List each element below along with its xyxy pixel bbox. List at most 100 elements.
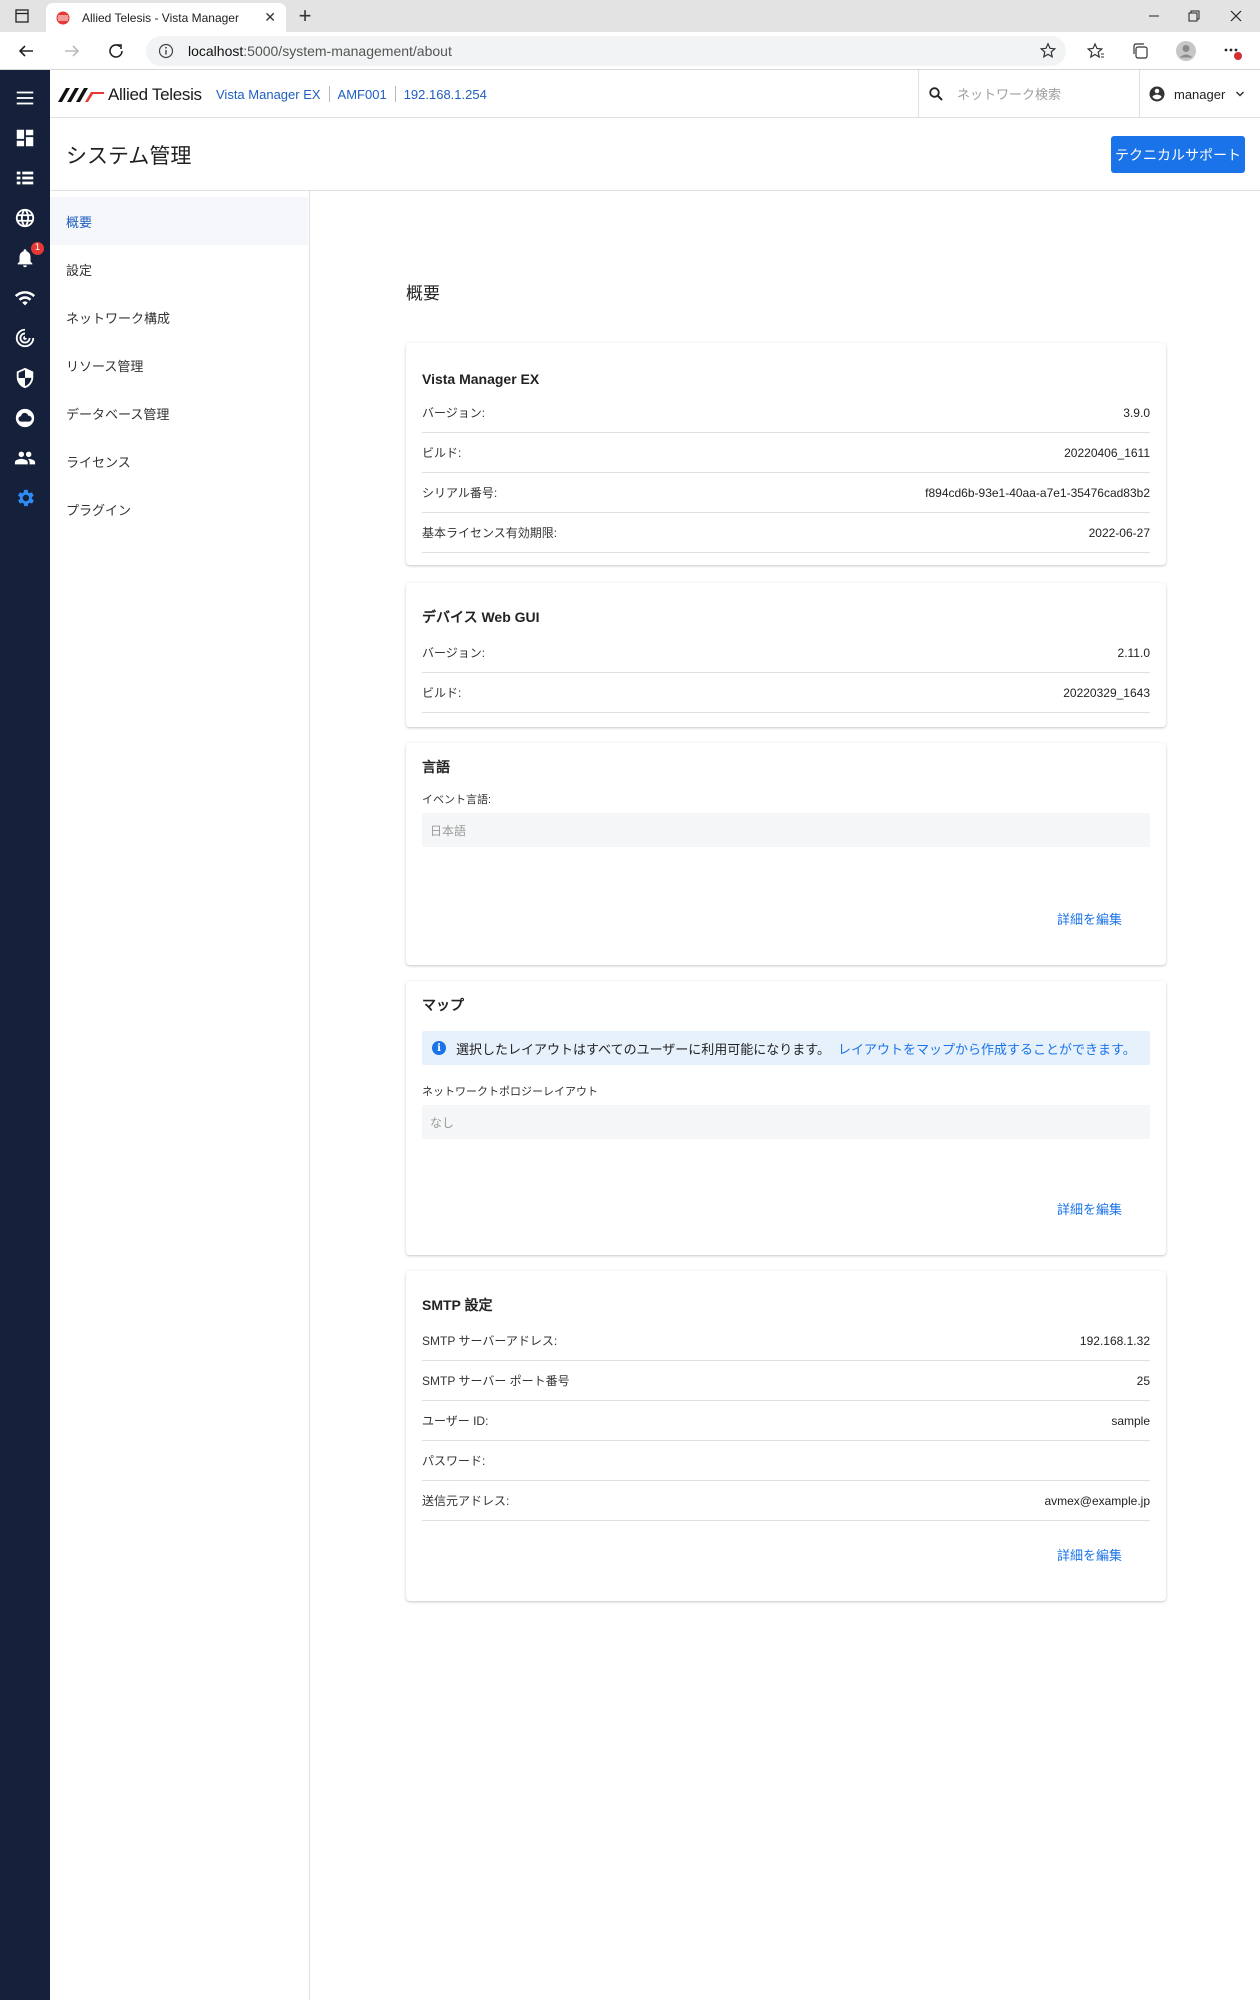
kv-value: sample <box>1111 1413 1150 1428</box>
kv-row: 送信元アドレス: avmex@example.jp <box>422 1481 1150 1521</box>
sidenav-item-network-config[interactable]: ネットワーク構成 <box>50 293 308 341</box>
dashboard-icon[interactable] <box>0 118 50 158</box>
card-title: 言語 <box>422 759 450 775</box>
browser-tab[interactable]: Allied Telesis - Vista Manager ✕ <box>46 3 286 32</box>
back-button[interactable] <box>8 32 44 70</box>
kv-row: シリアル番号: f894cd6b-93e1-40aa-a7e1-35476cad8… <box>422 473 1150 513</box>
info-text: 選択したレイアウトはすべてのユーザーに利用可能になります。 <box>456 1041 831 1057</box>
info-link[interactable]: レイアウトをマップから作成することができます。 <box>838 1039 1136 1058</box>
language-card: 言語 イベント言語: 日本語 詳細を編集 <box>406 743 1166 965</box>
edit-smtp-link[interactable]: 詳細を編集 <box>1057 1545 1122 1564</box>
breadcrumb-product[interactable]: Vista Manager EX <box>216 87 321 102</box>
url-field[interactable]: localhost:5000/system-management/about <box>146 36 1066 66</box>
technical-support-button[interactable]: テクニカルサポート <box>1111 136 1245 173</box>
event-language-label: イベント言語: <box>422 794 492 806</box>
icon-rail: 1 <box>0 70 50 2000</box>
new-tab-button[interactable]: + <box>292 0 318 32</box>
chevron-down-icon <box>1236 91 1245 97</box>
kv-row: ユーザー ID: sample <box>422 1401 1150 1441</box>
kv-label: バージョン: <box>422 406 486 420</box>
sidenav-item-license[interactable]: ライセンス <box>50 437 308 485</box>
kv-label: SMTP サーバー ポート番号 <box>422 1374 570 1388</box>
sidenav-item-resource-management[interactable]: リソース管理 <box>50 341 308 389</box>
edit-map-link[interactable]: 詳細を編集 <box>1057 1199 1122 1218</box>
forward-button[interactable] <box>54 32 90 70</box>
breadcrumb-divider <box>394 86 396 102</box>
favorites-icon[interactable] <box>1078 32 1114 70</box>
kv-value: 20220406_1611 <box>1064 445 1150 460</box>
network-search <box>918 70 1140 118</box>
favorite-add-icon[interactable] <box>1030 32 1066 70</box>
account-icon <box>1149 86 1165 102</box>
collections-icon[interactable] <box>1122 32 1158 70</box>
kv-value: 2.11.0 <box>1117 645 1150 660</box>
list-icon[interactable] <box>0 158 50 198</box>
page-header: システム管理 テクニカルサポート <box>50 118 1260 191</box>
kv-value: f894cd6b-93e1-40aa-a7e1-35476cad83b2 <box>925 485 1150 500</box>
kv-value: 20220329_1643 <box>1063 685 1150 700</box>
sidenav-item-overview[interactable]: 概要 <box>50 197 308 245</box>
map-card: マップ i 選択したレイアウトはすべてのユーザーに利用可能になります。 レイアウ… <box>406 981 1166 1255</box>
close-window-button[interactable] <box>1214 0 1258 32</box>
browser-address-bar: localhost:5000/system-management/about <box>0 32 1260 70</box>
user-name: manager <box>1174 86 1226 102</box>
kv-row: SMTP サーバー ポート番号 25 <box>422 1361 1150 1401</box>
sidenav-item-database-management[interactable]: データベース管理 <box>50 389 308 437</box>
section-heading: 概要 <box>406 284 440 303</box>
restore-button[interactable] <box>1172 0 1216 32</box>
url-path: :5000/system-management/about <box>243 43 452 59</box>
kv-row: パスワード: <box>422 1441 1150 1481</box>
url-host: localhost <box>188 43 244 59</box>
topology-layout-label: ネットワークトポロジーレイアウト <box>422 1086 598 1098</box>
alarm-count-badge: 1 <box>31 242 44 255</box>
people-icon[interactable] <box>0 438 50 478</box>
profile-icon[interactable] <box>1168 32 1204 70</box>
site-info-icon[interactable] <box>158 43 174 59</box>
logo-text: Allied Telesis <box>108 85 202 104</box>
info-icon: i <box>432 1041 446 1055</box>
tab-actions-icon[interactable] <box>0 0 44 32</box>
reload-button[interactable] <box>98 32 134 70</box>
allied-telesis-favicon <box>56 11 70 24</box>
shield-icon[interactable] <box>0 358 50 398</box>
gear-icon[interactable] <box>0 478 50 518</box>
kv-label: バージョン: <box>422 646 486 660</box>
wifi-icon[interactable] <box>0 278 50 318</box>
kv-label: パスワード: <box>422 1454 486 1468</box>
kv-value: avmex@example.jp <box>1044 1493 1150 1508</box>
kv-label: ビルド: <box>422 446 462 460</box>
page-title: システム管理 <box>66 145 192 168</box>
app-header: Allied Telesis Vista Manager EX AMF001 1… <box>50 70 1260 118</box>
radar-icon[interactable] <box>0 318 50 358</box>
sidenav-item-plugin[interactable]: プラグイン <box>50 485 308 533</box>
minimize-button[interactable] <box>1132 0 1176 32</box>
breadcrumb-divider <box>328 86 330 102</box>
card-title: マップ <box>422 997 464 1013</box>
breadcrumb-ip[interactable]: 192.168.1.254 <box>404 87 487 102</box>
kv-label: SMTP サーバーアドレス: <box>422 1334 558 1348</box>
settings-more-icon[interactable] <box>1214 32 1250 70</box>
main-content: 概要 Vista Manager EX バージョン: 3.9.0 ビルド: 2022… <box>311 191 1260 2000</box>
kv-row: バージョン: 3.9.0 <box>422 393 1150 433</box>
logo-mark-icon <box>58 88 104 102</box>
kv-row: バージョン: 2.11.0 <box>422 633 1150 673</box>
tab-close-icon[interactable]: ✕ <box>264 9 276 26</box>
kv-value: 2022-06-27 <box>1088 525 1150 540</box>
breadcrumb-device[interactable]: AMF001 <box>338 87 387 102</box>
breadcrumb: Vista Manager EX AMF001 192.168.1.254 <box>216 70 487 118</box>
search-input[interactable] <box>957 86 1127 102</box>
topology-layout-field: なし <box>422 1105 1150 1139</box>
cloud-icon[interactable] <box>0 398 50 438</box>
kv-row: ビルド: 20220406_1611 <box>422 433 1150 473</box>
user-menu[interactable]: manager <box>1148 70 1245 118</box>
menu-icon[interactable] <box>0 78 50 118</box>
allied-telesis-logo[interactable]: Allied Telesis <box>58 84 202 106</box>
map-info-banner: i 選択したレイアウトはすべてのユーザーに利用可能になります。 レイアウトをマッ… <box>422 1031 1150 1065</box>
tab-title: Allied Telesis - Vista Manager <box>82 10 239 25</box>
sidenav-item-settings[interactable]: 設定 <box>50 245 308 293</box>
kv-label: ユーザー ID: <box>422 1414 489 1428</box>
globe-icon[interactable] <box>0 198 50 238</box>
bell-icon[interactable]: 1 <box>0 238 50 278</box>
kv-value: 25 <box>1136 1373 1150 1388</box>
edit-language-link[interactable]: 詳細を編集 <box>1057 909 1122 928</box>
